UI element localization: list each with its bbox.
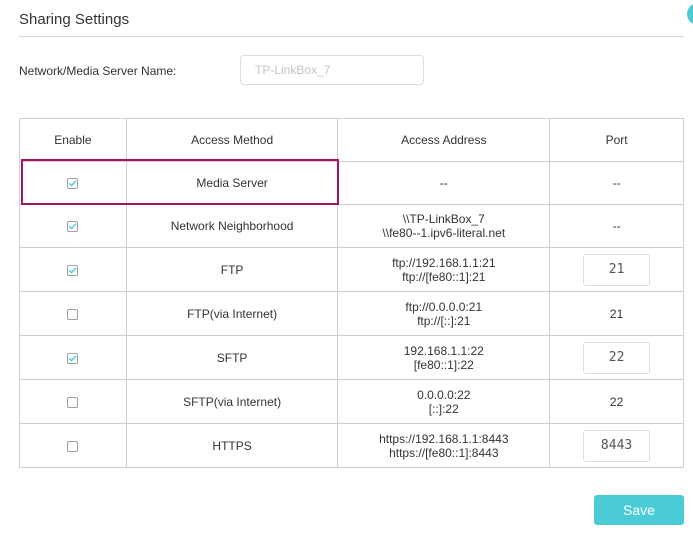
port-input[interactable]: [583, 253, 651, 286]
access-address-line: https://192.168.1.1:8443: [379, 431, 509, 446]
checkbox-checked[interactable]: [67, 352, 79, 364]
port-cell: --: [549, 204, 684, 248]
checkbox-checked[interactable]: [67, 221, 79, 233]
access-address-cell: 192.168.1.1:22 [fe80::1]:22: [337, 335, 551, 380]
page-title: Sharing Settings: [19, 11, 130, 28]
header-access-method: Access Method: [125, 118, 339, 162]
title-divider: [19, 36, 684, 37]
table-row: Network Neighborhood \\TP-LinkBox_7 \\fe80…: [19, 204, 684, 248]
checkmark-icon: [69, 223, 77, 230]
server-name-input[interactable]: [240, 55, 424, 85]
access-address-cell: \\TP-LinkBox_7 \\fe80--1.ipv6-literal.net: [337, 204, 551, 248]
access-method-cell: HTTPS: [125, 423, 339, 468]
access-method-cell: SFTP(via Internet): [125, 379, 339, 424]
enable-cell: [19, 291, 127, 336]
sharing-table: Enable Access Method Access Address Port…: [19, 118, 684, 468]
access-address-line: \\fe80--1.ipv6-literal.net: [382, 226, 506, 240]
table-row: FTP ftp://192.168.1.1:21 ftp://[fe80::1]:2…: [19, 247, 684, 292]
access-address-cell: --: [337, 161, 551, 205]
checkbox-checked[interactable]: [67, 264, 79, 276]
port-cell: [549, 335, 684, 380]
port-value: 21: [609, 306, 624, 321]
enable-cell: [19, 161, 127, 205]
header-port: Port: [549, 118, 684, 162]
access-method-cell: FTP: [125, 247, 339, 292]
access-address-cell: 0.0.0.0:22 [::]:22: [337, 379, 551, 424]
port-input[interactable]: [583, 341, 651, 374]
access-address-line: [::]:22: [428, 401, 459, 416]
access-address-cell: ftp://0.0.0.0:21 ftp://[::]:21: [337, 291, 551, 336]
save-button[interactable]: Save: [594, 495, 684, 525]
enable-cell: [19, 423, 127, 468]
help-icon[interactable]: [687, 3, 693, 25]
checkmark-icon: [69, 267, 77, 274]
checkmark-icon: [69, 180, 77, 187]
table-row: FTP(via Internet) ftp://0.0.0.0:21 ftp://[…: [19, 291, 684, 336]
checkbox-unchecked[interactable]: [67, 440, 79, 452]
access-address-line: ftp://0.0.0.0:21: [405, 299, 483, 314]
access-method-cell: SFTP: [125, 335, 339, 380]
checkbox-unchecked[interactable]: [67, 396, 79, 408]
port-cell: 22: [549, 379, 684, 424]
access-address-line: [fe80::1]:22: [413, 357, 474, 372]
table-row: SFTP 192.168.1.1:22 [fe80::1]:22: [19, 335, 684, 380]
access-method-cell: Media Server: [125, 161, 339, 205]
port-value: --: [612, 219, 621, 233]
port-cell: --: [549, 161, 684, 205]
enable-cell: [19, 379, 127, 424]
table-row: SFTP(via Internet) 0.0.0.0:22 [::]:22 22: [19, 379, 684, 424]
port-cell: 21: [549, 291, 684, 336]
access-address-line: https://[fe80::1]:8443: [389, 445, 499, 460]
checkbox-checked[interactable]: [67, 178, 79, 190]
port-value: --: [612, 176, 621, 190]
port-value: 22: [609, 394, 624, 409]
port-input[interactable]: [583, 429, 651, 462]
access-address-line: ftp://[::]:21: [417, 313, 471, 328]
table-row: Media Server -- --: [19, 161, 684, 205]
access-address-line: --: [439, 176, 448, 190]
header-enable: Enable: [19, 118, 127, 162]
enable-cell: [19, 335, 127, 380]
checkbox-unchecked[interactable]: [67, 308, 79, 320]
access-method-cell: Network Neighborhood: [125, 204, 339, 248]
server-name-label: Network/Media Server Name:: [19, 64, 177, 78]
access-address-line: ftp://192.168.1.1:21: [392, 255, 496, 270]
enable-cell: [19, 204, 127, 248]
port-cell: [549, 423, 684, 468]
access-address-cell: https://192.168.1.1:8443 https://[fe80::1…: [337, 423, 551, 468]
access-address-cell: ftp://192.168.1.1:21 ftp://[fe80::1]:21: [337, 247, 551, 292]
enable-cell: [19, 247, 127, 292]
checkmark-icon: [69, 355, 77, 362]
header-access-address: Access Address: [337, 118, 551, 162]
access-address-line: ftp://[fe80::1]:21: [402, 269, 486, 284]
access-method-cell: FTP(via Internet): [125, 291, 339, 336]
access-address-line: 192.168.1.1:22: [403, 343, 484, 358]
table-row: HTTPS https://192.168.1.1:8443 https://[fe…: [19, 423, 684, 468]
access-address-line: 0.0.0.0:22: [417, 387, 471, 402]
access-address-line: \\TP-LinkBox_7: [402, 212, 485, 226]
port-cell: [549, 247, 684, 292]
table-header-row: Enable Access Method Access Address Port: [19, 118, 684, 162]
